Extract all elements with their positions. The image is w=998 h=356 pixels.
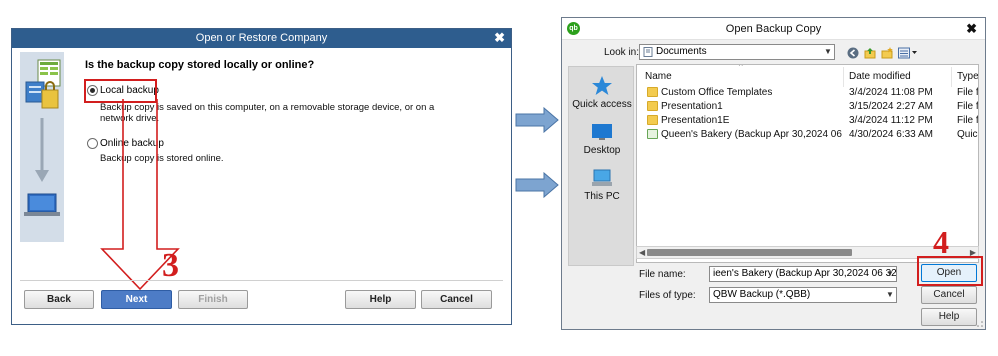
qbb-file-icon [647,129,658,139]
back-button[interactable]: Back [24,290,94,309]
dialog-title: Open Backup Copy [725,23,822,35]
open-backup-copy-dialog: qb Open Backup Copy ✖ Look in: Documents… [561,17,986,330]
column-divider[interactable] [843,67,844,87]
file-row[interactable]: Presentation1 3/15/2024 2:27 AM File fo [637,100,978,114]
column-header-type[interactable]: Type [957,71,978,82]
chevron-down-icon[interactable]: ▼ [884,267,896,281]
up-folder-icon[interactable] [864,47,876,59]
folder-icon [647,87,658,97]
star-icon [592,76,612,95]
help-button[interactable]: Help [921,308,977,326]
files-of-type-label: Files of type: [639,290,696,301]
places-sidebar: Quick access Desktop This PC [568,66,634,266]
place-desktop[interactable]: Desktop [569,121,635,156]
back-icon[interactable] [847,47,859,59]
scrollbar-thumb[interactable] [647,249,852,256]
help-button[interactable]: Help [345,290,416,309]
file-row[interactable]: Presentation1E 3/4/2024 11:12 PM File fo [637,114,978,128]
backup-location-question: Is the backup copy stored locally or onl… [85,59,315,71]
open-or-restore-company-dialog: Open or Restore Company ✖ Is the backup … [11,28,512,325]
file-row[interactable]: Custom Office Templates 3/4/2024 11:08 P… [637,86,978,100]
desktop-icon [592,124,612,140]
file-row[interactable]: Queen's Bakery (Backup Apr 30,2024 06 32… [637,128,978,142]
chevron-down-icon[interactable]: ▼ [822,45,834,59]
place-quick-access[interactable]: Quick access [569,75,635,110]
folder-icon [647,101,658,111]
step-number-4: 4 [933,224,949,260]
finish-button[interactable]: Finish [178,290,248,309]
close-icon[interactable]: ✖ [494,30,505,46]
connector-arrow-icon [515,172,559,198]
step-number-3: 3 [162,247,179,284]
footer-separator [20,280,503,281]
chevron-down-icon[interactable]: ▼ [884,288,896,302]
resize-grip-icon[interactable] [975,319,983,327]
look-in-combo[interactable]: Documents ▼ [639,44,835,60]
folder-icon [647,115,658,125]
cancel-button[interactable]: Cancel [421,290,492,309]
next-button[interactable]: Next [101,290,172,309]
place-this-pc[interactable]: This PC [569,167,635,202]
view-menu-icon[interactable] [898,47,918,59]
files-of-type-select[interactable]: QBW Backup (*.QBB) ▼ [709,287,897,303]
file-name-input[interactable]: ieen's Bakery (Backup Apr 30,2024 06 32 … [709,266,897,282]
look-in-label: Look in: [604,47,640,58]
backup-illustration-icon [24,59,61,216]
sort-chevron-up-icon: ⌃ [737,64,745,72]
cancel-button[interactable]: Cancel [921,286,977,304]
connector-arrow-icon [515,107,559,133]
file-name-label: File name: [639,269,686,280]
close-icon[interactable]: ✖ [966,21,977,37]
new-folder-icon[interactable] [881,47,893,59]
column-divider[interactable] [951,67,952,87]
scroll-left-icon[interactable]: ◀ [639,247,645,258]
computer-icon [592,169,612,186]
documents-icon [643,47,653,57]
dialog-titlebar: Open or Restore Company ✖ [12,29,511,48]
open-button-annotation-box [917,256,983,286]
look-in-value: Documents [656,46,707,57]
dialog-title: Open or Restore Company [195,32,328,44]
dialog-titlebar: qb Open Backup Copy ✖ [562,18,985,40]
file-list: ⌃ Name Date modified Type Custom Office … [636,64,979,263]
backup-illustration [20,52,64,242]
column-header-date-modified[interactable]: Date modified [849,71,911,82]
column-header-name[interactable]: Name [645,71,672,82]
